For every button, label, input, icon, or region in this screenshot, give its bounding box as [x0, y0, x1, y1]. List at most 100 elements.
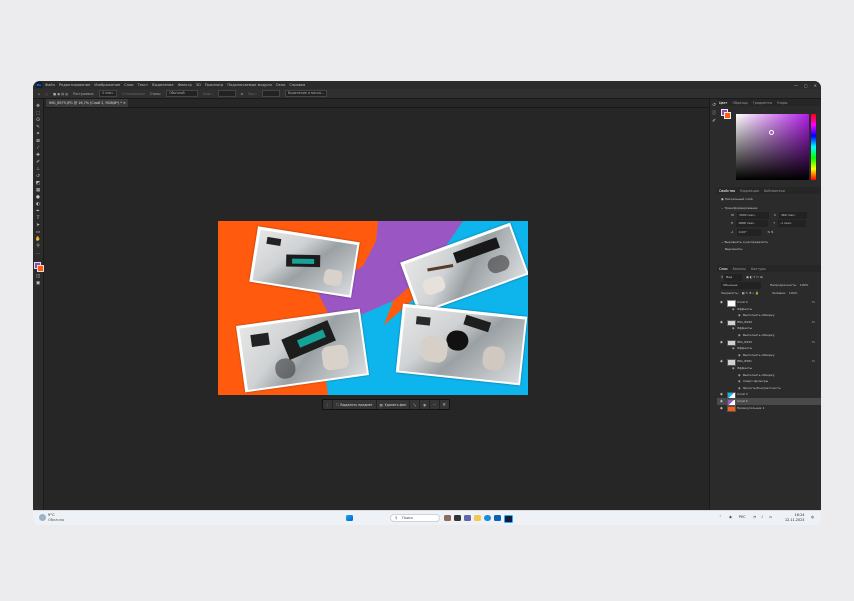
layer-row[interactable]: Выполнить обводку ◉ — [717, 372, 821, 379]
visibility-eye-icon[interactable]: ◉ — [720, 339, 723, 346]
visibility-eye-icon[interactable]: ◉ — [720, 358, 723, 365]
adjustment-button[interactable]: ◑ — [420, 400, 430, 409]
menu-3d[interactable]: 3D — [196, 83, 201, 87]
type-tool-icon[interactable]: T — [35, 216, 41, 221]
effect-eye-icon[interactable]: ◉ — [732, 345, 735, 352]
effect-eye-icon[interactable]: ◉ — [738, 332, 741, 339]
layer-row[interactable]: ◉ IMG_8981 fx — [717, 358, 821, 366]
menu-filter[interactable]: Фильтр — [178, 83, 192, 87]
language-indicator[interactable]: РУС — [739, 515, 745, 519]
tab-gradients[interactable]: Градиенты — [753, 101, 772, 105]
tray-chevron-icon[interactable]: ⌃ — [719, 515, 722, 519]
screen-mode-icon[interactable]: ▣ — [35, 281, 41, 286]
transform-section[interactable]: ⌄ Трансформирование — [717, 205, 821, 212]
photoshop-taskbar-icon[interactable] — [504, 514, 513, 523]
windows-start-icon[interactable] — [346, 514, 353, 521]
swap-icon[interactable]: ⇄ — [241, 92, 244, 96]
task-view-icon[interactable] — [454, 514, 461, 521]
pen-tool-icon[interactable]: ✒ — [35, 209, 41, 214]
marquee-tool-icon[interactable]: ⬚ — [45, 92, 48, 96]
layer-row[interactable]: Яркость/Контрастность ◉ — [717, 385, 821, 392]
menu-type[interactable]: Текст — [138, 83, 149, 87]
menu-edit[interactable]: Редактирование — [59, 83, 90, 87]
angle-input[interactable]: 0,00° — [736, 229, 761, 236]
crop-tool-icon[interactable]: ⌗ — [35, 132, 41, 137]
width-input[interactable] — [217, 90, 236, 97]
drag-handle[interactable]: ⋮ — [323, 400, 334, 409]
w-input[interactable]: 3000 пикс. — [736, 212, 769, 219]
layer-row[interactable]: ◉ IMG_8993 fx — [717, 339, 821, 347]
layer-row[interactable]: Эффекты ◉ — [717, 365, 821, 372]
layer-row[interactable]: Выполнить обводку ◉ — [717, 352, 821, 359]
layer-row[interactable]: Смарт-фильтры ◉ — [717, 378, 821, 385]
style-select[interactable]: Обычный — [166, 90, 199, 97]
effect-eye-icon[interactable]: ◉ — [738, 378, 741, 385]
path-select-tool-icon[interactable]: ➤ — [35, 223, 41, 228]
flip-icons[interactable]: ⇆ ⇅ — [768, 230, 774, 234]
h-input[interactable]: 1688 пикс. — [736, 220, 769, 227]
document-canvas[interactable] — [218, 221, 528, 395]
menu-view[interactable]: Просмотр — [205, 83, 223, 87]
frame-tool-icon[interactable]: ⊠ — [35, 139, 41, 144]
eraser-tool-icon[interactable]: ◩ — [35, 181, 41, 186]
fx-icon[interactable]: fx — [812, 319, 815, 326]
tab-channels[interactable]: Каналы — [733, 267, 746, 271]
menu-select[interactable]: Выделение — [152, 83, 173, 87]
more-tools-icon[interactable]: … — [35, 251, 41, 256]
stamp-tool-icon[interactable]: ⊥ — [35, 167, 41, 172]
effect-eye-icon[interactable]: ◉ — [738, 312, 741, 319]
tab-color[interactable]: Цвет — [719, 101, 727, 105]
hand-tool-icon[interactable]: ✋ — [35, 237, 41, 242]
blur-tool-icon[interactable]: ● — [35, 195, 41, 200]
color-panel-background[interactable] — [724, 112, 731, 119]
close-tab-icon[interactable]: ✕ — [123, 101, 126, 105]
layer-row[interactable]: Выполнить обводку ◉ — [717, 312, 821, 319]
layer-row[interactable]: ◉ Слой 2 — [717, 398, 821, 406]
tab-properties[interactable]: Свойства — [719, 189, 735, 193]
eyedropper-tool-icon[interactable]: ⁄ — [35, 146, 41, 151]
effect-eye-icon[interactable]: ◉ — [732, 365, 735, 372]
select-subject-button[interactable]: ⛶ Выделить предмет — [333, 400, 377, 409]
layer-row[interactable]: Эффекты ◉ — [717, 325, 821, 332]
healing-tool-icon[interactable]: ✚ — [35, 153, 41, 158]
effect-eye-icon[interactable]: ◉ — [738, 372, 741, 379]
layer-name[interactable]: IMG_8999 — [737, 319, 752, 326]
layer-name[interactable]: IMG_8981 — [737, 358, 752, 365]
height-input[interactable] — [261, 90, 280, 97]
transform-button[interactable]: ⤡ — [410, 400, 420, 409]
visibility-eye-icon[interactable]: ◉ — [720, 299, 723, 306]
zoom-tool-icon[interactable]: ⚲ — [35, 244, 41, 249]
align-section[interactable]: ⌄ Выровнять и распределить — [717, 239, 821, 246]
document-tab[interactable]: IMG_8975.JPG @ 16,7% (Слой 2, RGB/8*) * … — [46, 99, 128, 107]
layer-row[interactable]: Выполнить обводку ◉ — [717, 332, 821, 339]
photo-frame-4[interactable] — [395, 303, 528, 386]
hue-slider[interactable] — [811, 114, 816, 180]
effect-eye-icon[interactable]: ◉ — [732, 325, 735, 332]
layer-row[interactable]: Эффекты ◉ — [717, 306, 821, 313]
dodge-tool-icon[interactable]: ◐ — [35, 202, 41, 207]
edge-browser-icon[interactable] — [484, 514, 491, 521]
taskbar-search[interactable]: ⚲ Поиск — [390, 514, 440, 522]
select-and-mask-button[interactable]: Выделение и маска... — [284, 90, 328, 97]
blend-mode-select[interactable]: Обычные — [721, 282, 761, 289]
tray-app-icon[interactable]: ◉ — [729, 515, 732, 519]
lock-icons[interactable]: ▦ ✎ ✥ ⌗ 🔒 — [742, 291, 759, 295]
clock[interactable]: 16:24 12.11.2023 — [785, 513, 804, 522]
layer-filter-select[interactable]: Вид — [724, 274, 743, 281]
quick-select-tool-icon[interactable]: ✎ — [35, 125, 41, 130]
visibility-eye-icon[interactable]: ◉ — [720, 398, 723, 405]
layer-name[interactable]: IMG_8993 — [737, 339, 752, 346]
layer-name[interactable]: Слой 3 — [737, 391, 748, 398]
minimize-icon[interactable]: — — [794, 83, 798, 88]
marquee-tool-icon[interactable]: ⬚ — [35, 111, 41, 116]
tab-paths[interactable]: Контуры — [751, 267, 766, 271]
menu-image[interactable]: Изображение — [94, 83, 120, 87]
effect-eye-icon[interactable]: ◉ — [738, 385, 741, 392]
fill-input[interactable]: 100% — [789, 291, 798, 295]
layer-row[interactable]: ◉ Слой 3 — [717, 391, 821, 399]
shape-tool-icon[interactable]: ▭ — [35, 230, 41, 235]
lasso-tool-icon[interactable]: ʘ — [35, 118, 41, 123]
menu-help[interactable]: Справка — [289, 83, 305, 87]
close-icon[interactable]: ✕ — [814, 83, 817, 88]
settings-button[interactable]: ☰ — [440, 400, 449, 409]
